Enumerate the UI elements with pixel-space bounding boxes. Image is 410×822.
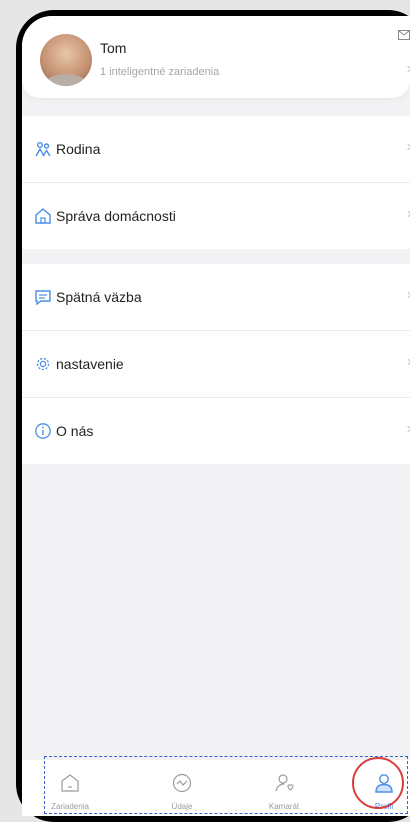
menu-item-settings[interactable]: nastavenie › [22, 331, 410, 398]
settings-gear-icon [36, 357, 50, 371]
menu-item-household[interactable]: Správa domácnosti › [22, 183, 410, 249]
profile-screen: Tom 1 inteligentné zariadenia › Rodina ›… [22, 16, 410, 816]
info-icon [35, 423, 51, 439]
device-count: 1 inteligentné zariadenia [100, 66, 220, 78]
menu-group-family: Rodina › Správa domácnosti › [22, 116, 410, 249]
mail-icon[interactable] [398, 30, 410, 40]
menu-label-household: Správa domácnosti [56, 208, 176, 224]
home-icon [35, 208, 51, 224]
menu-label-settings: nastavenie [56, 356, 124, 372]
family-icon [35, 142, 51, 157]
menu-label-feedback: Spätná väzba [56, 289, 142, 305]
feedback-icon [35, 290, 51, 306]
menu-label-family: Rodina [56, 141, 101, 157]
avatar[interactable] [40, 34, 92, 86]
menu-item-family[interactable]: Rodina › [22, 116, 410, 183]
annotation-circle [352, 757, 404, 809]
menu-group-app: Spätná väzba › nastavenie › O nás › [22, 264, 410, 464]
menu-item-feedback[interactable]: Spätná väzba › [22, 264, 410, 331]
menu-label-about: O nás [56, 423, 94, 439]
menu-item-about[interactable]: O nás › [22, 398, 410, 464]
profile-card[interactable]: Tom 1 inteligentné zariadenia › [22, 16, 410, 98]
user-name: Tom [100, 40, 127, 56]
